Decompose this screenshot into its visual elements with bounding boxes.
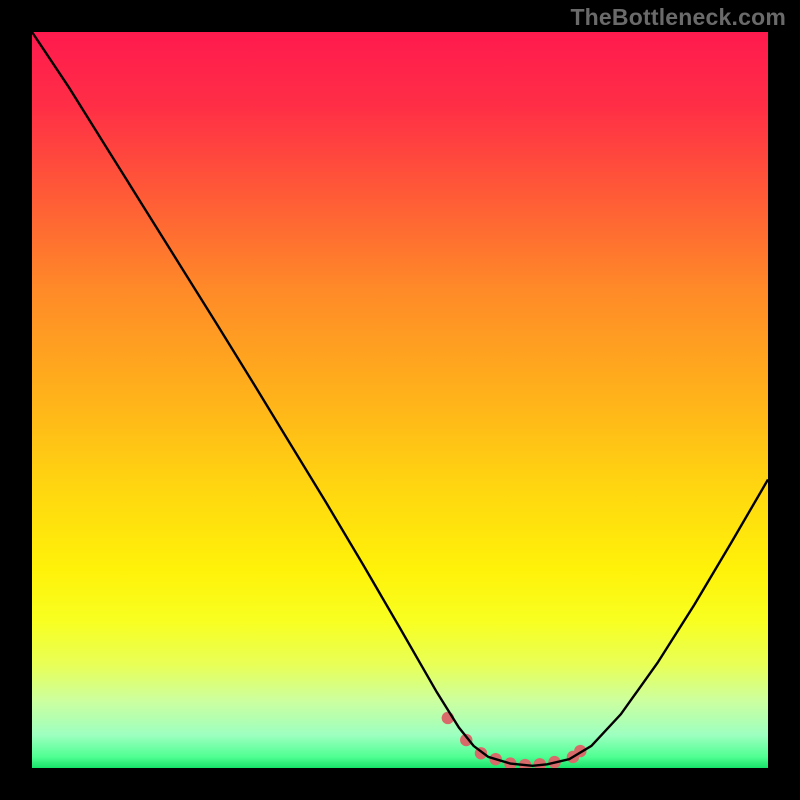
watermark-text: TheBottleneck.com — [570, 4, 786, 31]
gradient-background — [32, 32, 768, 768]
chart-container: TheBottleneck.com — [0, 0, 800, 800]
chart-svg — [32, 32, 768, 768]
plot-area — [32, 32, 768, 768]
